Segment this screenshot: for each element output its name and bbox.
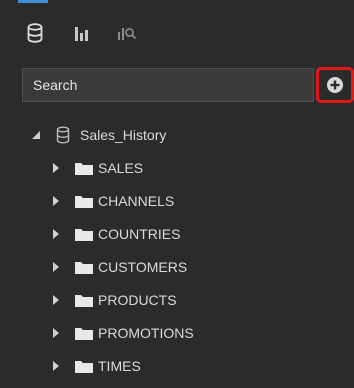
add-data-button[interactable] (316, 67, 354, 103)
collapsed-caret-icon[interactable] (48, 325, 64, 341)
tree-item-customers[interactable]: CUSTOMERS (48, 254, 187, 280)
tab-analyze[interactable] (116, 22, 138, 44)
tree-item-products[interactable]: PRODUCTS (48, 287, 177, 313)
folder-icon (74, 292, 94, 308)
collapsed-caret-icon[interactable] (48, 292, 64, 308)
chart-search-icon (118, 28, 137, 40)
tree-item-countries[interactable]: COUNTRIES (48, 221, 180, 247)
tree-item-label: PROMOTIONS (98, 325, 194, 341)
collapsed-caret-icon[interactable] (48, 193, 64, 209)
tree-item-label: CUSTOMERS (98, 259, 188, 275)
folder-icon (74, 358, 94, 374)
tree-root-sales-history[interactable]: Sales_History (28, 122, 166, 148)
folder-icon (74, 259, 94, 275)
expanded-caret-icon[interactable] (28, 127, 44, 143)
tree-root-label: Sales_History (80, 127, 167, 143)
active-tab-indicator (18, 0, 48, 3)
tree-item-label: PRODUCTS (98, 292, 177, 308)
tree-item-channels[interactable]: CHANNELS (48, 188, 174, 214)
tab-visualize[interactable] (72, 22, 94, 44)
tree-item-label: TIMES (98, 358, 141, 374)
tree-item-promotions[interactable]: PROMOTIONS (48, 320, 194, 346)
database-icon (27, 23, 43, 43)
search-input[interactable] (23, 69, 313, 101)
tab-data-source[interactable] (24, 22, 46, 44)
bar-chart-icon (75, 27, 88, 41)
folder-icon (74, 160, 94, 176)
collapsed-caret-icon[interactable] (48, 259, 64, 275)
plus-circle-icon (327, 77, 343, 93)
folder-icon (74, 193, 94, 209)
tree-item-sales[interactable]: SALES (48, 155, 143, 181)
tree-item-label: COUNTRIES (98, 226, 181, 242)
tree-item-label: SALES (98, 160, 144, 176)
collapsed-caret-icon[interactable] (48, 226, 64, 242)
collapsed-caret-icon[interactable] (48, 358, 64, 374)
search-field (22, 68, 314, 102)
collapsed-caret-icon[interactable] (48, 160, 64, 176)
tree-item-times[interactable]: TIMES (48, 353, 141, 379)
folder-icon (74, 325, 94, 341)
tree-item-label: CHANNELS (98, 193, 175, 209)
toolbar (0, 0, 354, 60)
database-icon (54, 126, 72, 144)
folder-icon (74, 226, 94, 242)
